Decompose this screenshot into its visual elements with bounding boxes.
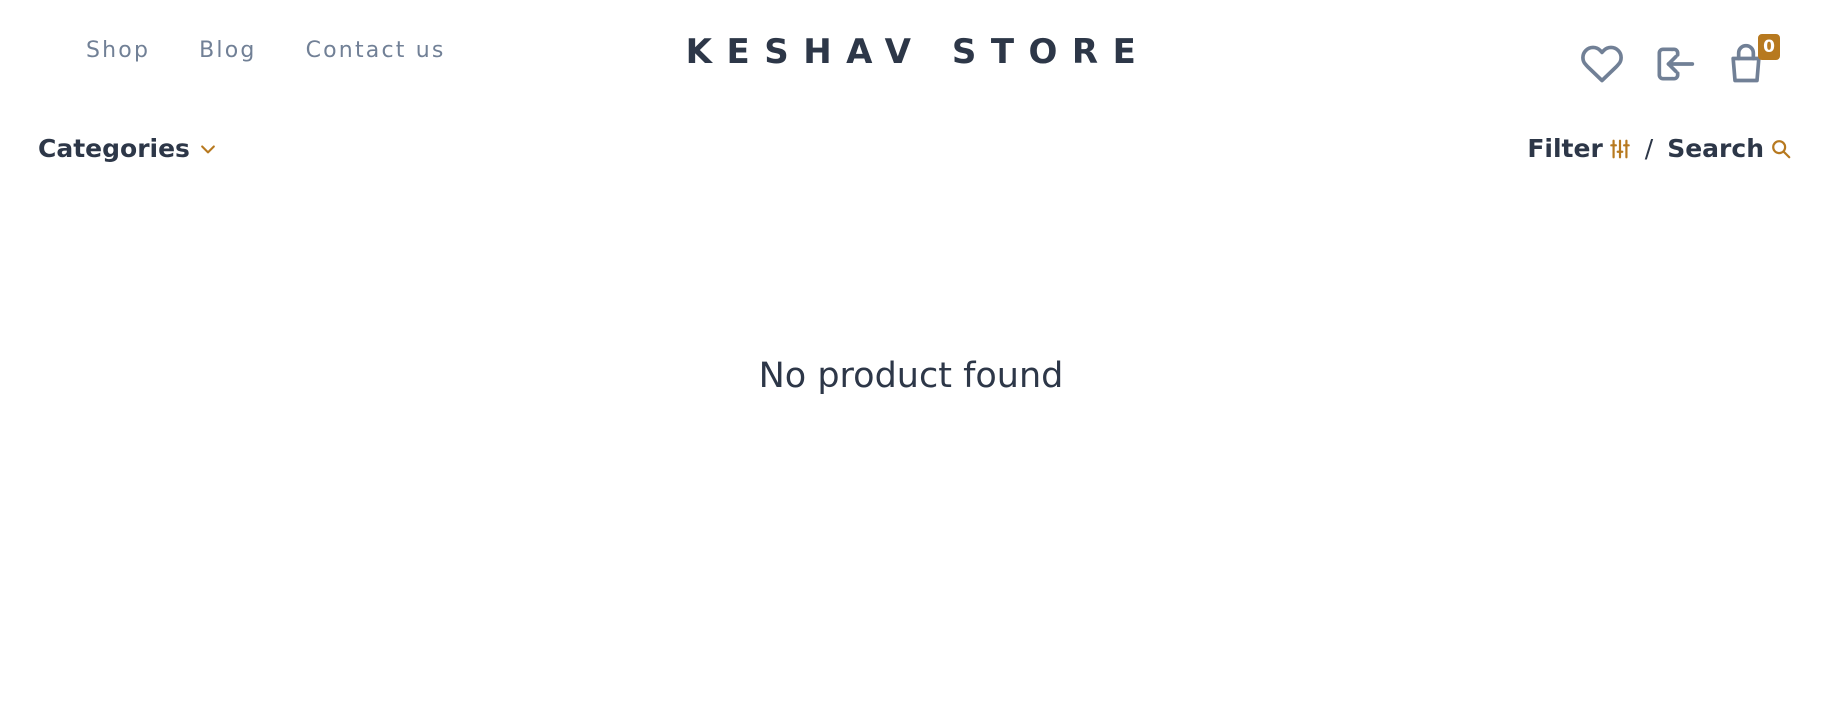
filter-search-separator: / bbox=[1644, 134, 1654, 163]
categories-dropdown[interactable]: Categories bbox=[38, 134, 218, 163]
filter-button[interactable]: Filter bbox=[1527, 134, 1630, 163]
brand-logo[interactable]: KESHAV STORE bbox=[686, 32, 1151, 72]
search-label: Search bbox=[1667, 134, 1764, 163]
cart-count-badge: 0 bbox=[1758, 34, 1780, 60]
filter-label: Filter bbox=[1527, 134, 1603, 163]
cart-button[interactable]: 0 bbox=[1722, 34, 1780, 88]
nav-link-contact[interactable]: Contact us bbox=[306, 38, 446, 63]
nav-link-blog[interactable]: Blog bbox=[199, 38, 256, 63]
page: Shop Blog Contact us KESHAV STORE 0 Cate… bbox=[0, 0, 1822, 711]
heart-icon bbox=[1581, 45, 1623, 83]
sliders-icon bbox=[1609, 139, 1630, 158]
wishlist-button[interactable] bbox=[1578, 40, 1626, 88]
login-icon bbox=[1657, 47, 1695, 81]
chevron-down-icon bbox=[201, 144, 215, 153]
main-nav: Shop Blog Contact us bbox=[86, 38, 446, 63]
empty-state-message: No product found bbox=[758, 356, 1064, 396]
search-icon bbox=[1772, 139, 1791, 158]
nav-link-shop[interactable]: Shop bbox=[86, 38, 150, 63]
login-button[interactable] bbox=[1650, 40, 1698, 88]
search-button[interactable]: Search bbox=[1667, 134, 1792, 163]
categories-label: Categories bbox=[38, 134, 190, 163]
filter-search-bar: Filter / Search bbox=[1527, 134, 1792, 163]
header-actions: 0 bbox=[1578, 34, 1780, 88]
